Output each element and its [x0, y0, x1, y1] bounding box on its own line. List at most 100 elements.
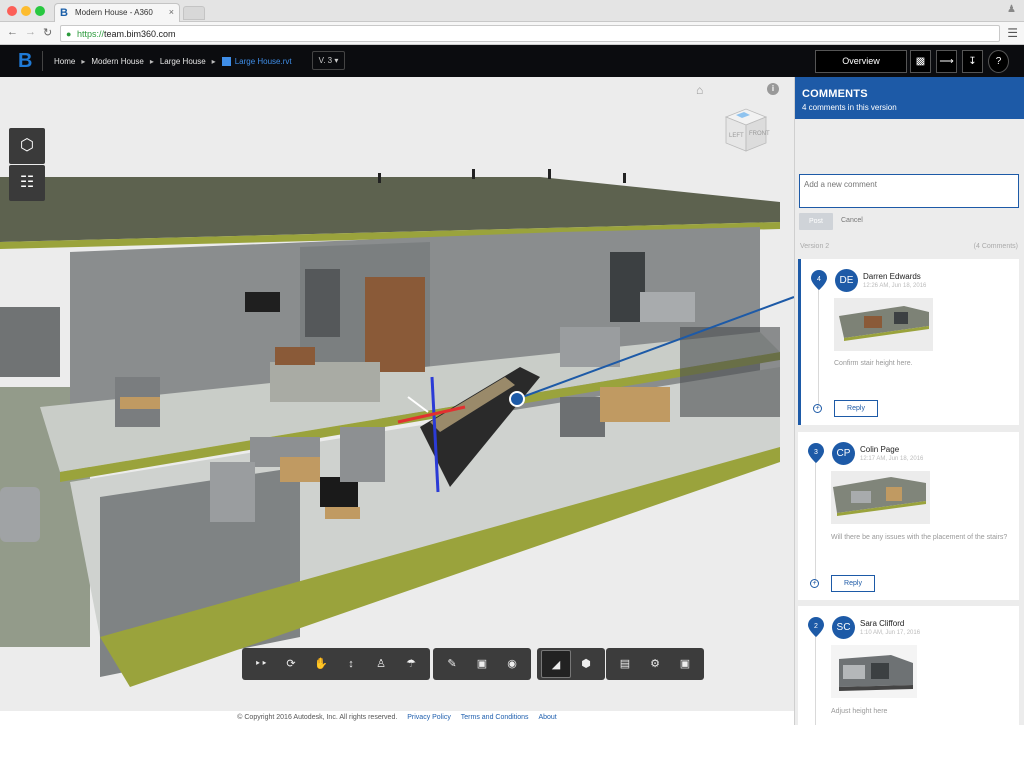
comment-date: 12:17 AM, Jun 18, 2016: [860, 456, 924, 462]
comments-subtitle: 4 comments in this version: [802, 103, 897, 112]
tab-close-icon[interactable]: ×: [169, 7, 174, 17]
orbit-tool[interactable]: ⟳: [276, 650, 306, 678]
minimize-window-button[interactable]: [21, 6, 31, 16]
document-icon: ☷: [19, 174, 35, 191]
help-button[interactable]: ?: [988, 50, 1009, 73]
markup-pencil-icon: ✎: [447, 658, 457, 670]
version-dropdown[interactable]: V. 3 ▾: [312, 51, 345, 70]
logo-divider: [42, 51, 43, 71]
breadcrumb-file[interactable]: Large House.rvt: [235, 57, 292, 66]
back-arrow-icon[interactable]: ←: [7, 26, 18, 38]
close-window-button[interactable]: [7, 6, 17, 16]
comment-author: Darren Edwards: [863, 272, 921, 281]
avatar: DE: [835, 269, 858, 292]
model-cube-button[interactable]: ⬡: [9, 128, 45, 164]
reply-button[interactable]: Reply: [831, 575, 875, 592]
reload-icon[interactable]: ↻: [43, 26, 52, 39]
comment-icon: ▩: [915, 56, 926, 67]
share-button[interactable]: ⟶: [936, 50, 957, 73]
viewcube-front-face[interactable]: FRONT: [749, 131, 770, 137]
comment-text: Will there be any issues with the placem…: [831, 534, 1008, 541]
pan-tool[interactable]: ✋: [306, 650, 336, 678]
breadcrumb: Home ▸ Modern House ▸ Large House ▸ Larg…: [54, 45, 292, 77]
browser-tab[interactable]: B Modern House - A360 ×: [54, 3, 180, 22]
comment-icon: ▣: [476, 658, 488, 670]
breadcrumb-modern-house[interactable]: Modern House: [91, 57, 143, 66]
first-person-tool[interactable]: ♙: [366, 650, 396, 678]
privacy-policy-link[interactable]: Privacy Policy: [407, 714, 451, 721]
thread-line: [815, 462, 816, 582]
comment-tool[interactable]: ▣: [467, 650, 497, 678]
comment-snapshot[interactable]: [831, 471, 930, 524]
home-view-icon[interactable]: ⌂: [696, 83, 703, 97]
address-bar: ← → ↻ ● https://team.bim360.com ☰: [0, 22, 1024, 45]
comment-author: Colin Page: [860, 445, 900, 454]
orbit-icon: ⟳: [286, 658, 296, 670]
breadcrumb-home[interactable]: Home: [54, 57, 75, 66]
browser-menu-icon[interactable]: ☰: [1007, 26, 1018, 40]
settings-toolbar: ▤ ⚙ ▣: [606, 648, 704, 680]
add-reply-icon[interactable]: +: [813, 404, 822, 413]
about-link[interactable]: About: [538, 714, 556, 721]
settings-tool[interactable]: ⚙: [640, 650, 670, 678]
comment-snapshot[interactable]: [834, 298, 933, 351]
overview-button[interactable]: Overview: [815, 50, 907, 73]
viewcube[interactable]: LEFT FRONT: [716, 101, 772, 157]
version-group-label: Version 2: [800, 243, 830, 250]
maximize-window-button[interactable]: [35, 6, 45, 16]
download-icon: ↧: [968, 56, 977, 67]
terms-link[interactable]: Terms and Conditions: [461, 714, 529, 721]
new-tab-button[interactable]: [183, 6, 205, 20]
cancel-button[interactable]: Cancel: [841, 217, 863, 224]
download-button[interactable]: ↧: [962, 50, 983, 73]
visibility-tool[interactable]: ◉: [497, 650, 527, 678]
comment-text: Confirm stair height here.: [834, 360, 913, 367]
lock-icon: ●: [66, 29, 72, 39]
comment-snapshot[interactable]: [831, 645, 917, 698]
navigation-toolbar: ‣‣ ⟳ ✋ ↕ ♙ ☂: [242, 648, 430, 680]
walk-icon: ‣‣: [254, 658, 268, 670]
comments-toggle-button[interactable]: ▩: [910, 50, 931, 73]
url-host: team.bim360.com: [104, 29, 176, 39]
house-3d-model[interactable]: [0, 77, 794, 711]
help-icon: ?: [995, 56, 1002, 67]
explode-tool[interactable]: ⬢: [571, 650, 601, 678]
explode-icon: ⬢: [581, 658, 591, 670]
fullscreen-tool[interactable]: ▣: [670, 650, 700, 678]
new-comment-input[interactable]: [799, 174, 1019, 208]
model-browser-tool[interactable]: ▤: [610, 650, 640, 678]
document-button[interactable]: ☷: [9, 165, 45, 201]
bim360-favicon-icon: B: [60, 7, 68, 19]
profile-icon[interactable]: ♟: [1007, 4, 1016, 15]
markup-tool[interactable]: ✎: [437, 650, 467, 678]
model-viewer[interactable]: ⬡ ☷ ⌂ i LEFT FRONT ‣‣ ⟳ ✋ ↕ ♙ ☂ ✎ ▣ ◉ ◢ …: [0, 77, 794, 711]
revit-file-icon: [221, 56, 231, 66]
post-button[interactable]: Post: [799, 213, 833, 230]
comment-card[interactable]: 3 CP Colin Page 12:17 AM, Jun 18, 2016 W…: [798, 432, 1019, 600]
camera-tool[interactable]: ☂: [396, 650, 426, 678]
avatar: SC: [832, 616, 855, 639]
walk-tool[interactable]: ‣‣: [246, 650, 276, 678]
url-field[interactable]: ● https://team.bim360.com: [60, 25, 1000, 42]
breadcrumb-large-house[interactable]: Large House: [160, 57, 206, 66]
section-tool[interactable]: ◢: [541, 650, 571, 678]
camera-icon: ☂: [406, 658, 416, 670]
chevron-right-icon: ▸: [211, 56, 216, 66]
thread-line: [818, 289, 819, 407]
comment-card[interactable]: 2 SC Sara Clifford 1:10 AM, Jun 17, 2016…: [798, 606, 1019, 725]
add-reply-icon[interactable]: +: [810, 579, 819, 588]
comment-card[interactable]: 4 DE Darren Edwards 12:26 AM, Jun 18, 20…: [798, 259, 1019, 425]
chevron-right-icon: ▸: [149, 56, 154, 66]
reply-button[interactable]: Reply: [834, 400, 878, 417]
comment-text: Adjust height here: [831, 708, 888, 715]
comment-number-pin-icon: 4: [811, 270, 827, 290]
avatar: CP: [832, 442, 855, 465]
forward-arrow-icon[interactable]: →: [25, 26, 36, 38]
dolly-tool[interactable]: ↕: [336, 650, 366, 678]
comment-date: 12:26 AM, Jun 18, 2016: [863, 283, 927, 289]
viewcube-left-face[interactable]: LEFT: [729, 133, 744, 139]
info-icon[interactable]: i: [767, 83, 779, 95]
bim360-logo[interactable]: B: [18, 50, 40, 72]
comment-pin[interactable]: [509, 391, 525, 407]
comments-panel: COMMENTS 4 comments in this version Post…: [794, 77, 1024, 725]
